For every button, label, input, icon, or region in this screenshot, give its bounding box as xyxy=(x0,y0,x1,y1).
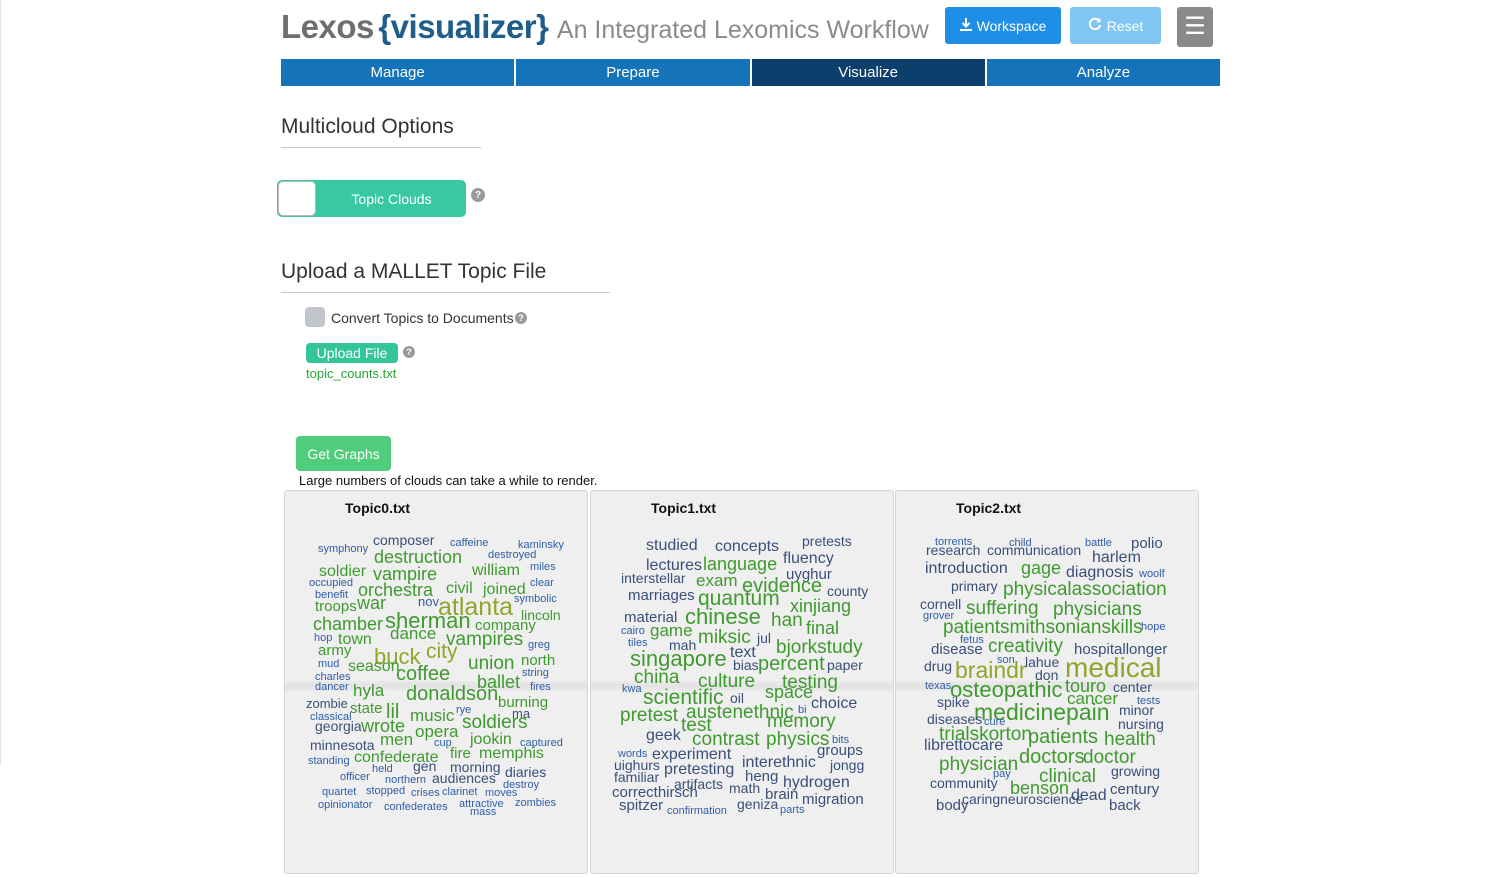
reset-label: Reset xyxy=(1106,17,1144,34)
reset-button[interactable]: Reset xyxy=(1070,7,1161,44)
workspace-button[interactable]: Workspace xyxy=(945,7,1061,44)
tab-analyze[interactable]: Analyze xyxy=(986,59,1220,86)
panel-shading xyxy=(896,681,1198,691)
cloud-title: Topic2.txt xyxy=(956,500,1022,516)
panel-shading xyxy=(591,681,893,691)
render-note: Large numbers of clouds can take a while… xyxy=(299,473,598,488)
app-title: Lexos {visualizer} An Integrated Lexomic… xyxy=(281,8,929,46)
workspace-label: Workspace xyxy=(976,17,1047,34)
hamburger-icon: ☰ xyxy=(1184,13,1206,40)
heading-divider xyxy=(281,147,481,148)
convert-topics-checkbox[interactable] xyxy=(305,307,325,327)
brand-name: Lexos xyxy=(281,8,374,45)
download-icon xyxy=(959,17,972,34)
main-nav: Manage Prepare Visualize Analyze xyxy=(281,59,1220,86)
help-icon[interactable]: ? xyxy=(515,312,527,324)
cloud-panel-topic1: Topic1.txt xyxy=(590,490,894,874)
tab-manage[interactable]: Manage xyxy=(281,59,515,86)
heading-divider xyxy=(281,292,610,293)
help-icon[interactable]: ? xyxy=(471,188,485,202)
convert-topics-label: Convert Topics to Documents xyxy=(331,310,514,326)
page-left-edge xyxy=(0,0,1,765)
toggle-label: Topic Clouds xyxy=(351,190,432,207)
get-graphs-button[interactable]: Get Graphs xyxy=(296,436,391,471)
topic-clouds-toggle[interactable]: Topic Clouds xyxy=(277,180,466,217)
tab-prepare[interactable]: Prepare xyxy=(516,59,750,86)
brand-tagline: An Integrated Lexomics Workflow xyxy=(556,16,929,44)
uploaded-filename: topic_counts.txt xyxy=(306,366,397,381)
cloud-title: Topic0.txt xyxy=(345,500,411,516)
hamburger-menu-button[interactable]: ☰ xyxy=(1177,7,1213,47)
brand-module: {visualizer} xyxy=(378,8,549,45)
upload-file-button[interactable]: Upload File xyxy=(306,343,398,363)
tab-visualize[interactable]: Visualize xyxy=(751,59,985,86)
panel-shading xyxy=(285,681,587,691)
help-icon[interactable]: ? xyxy=(403,346,415,358)
multicloud-options-heading: Multicloud Options xyxy=(281,115,454,138)
cloud-panel-topic2: Topic2.txt xyxy=(895,490,1199,874)
upload-mallet-heading: Upload a MALLET Topic File xyxy=(281,260,547,283)
cloud-panel-topic0: Topic0.txt xyxy=(284,490,588,874)
toggle-knob[interactable] xyxy=(278,181,316,216)
cloud-title: Topic1.txt xyxy=(651,500,717,516)
refresh-icon xyxy=(1088,17,1102,34)
